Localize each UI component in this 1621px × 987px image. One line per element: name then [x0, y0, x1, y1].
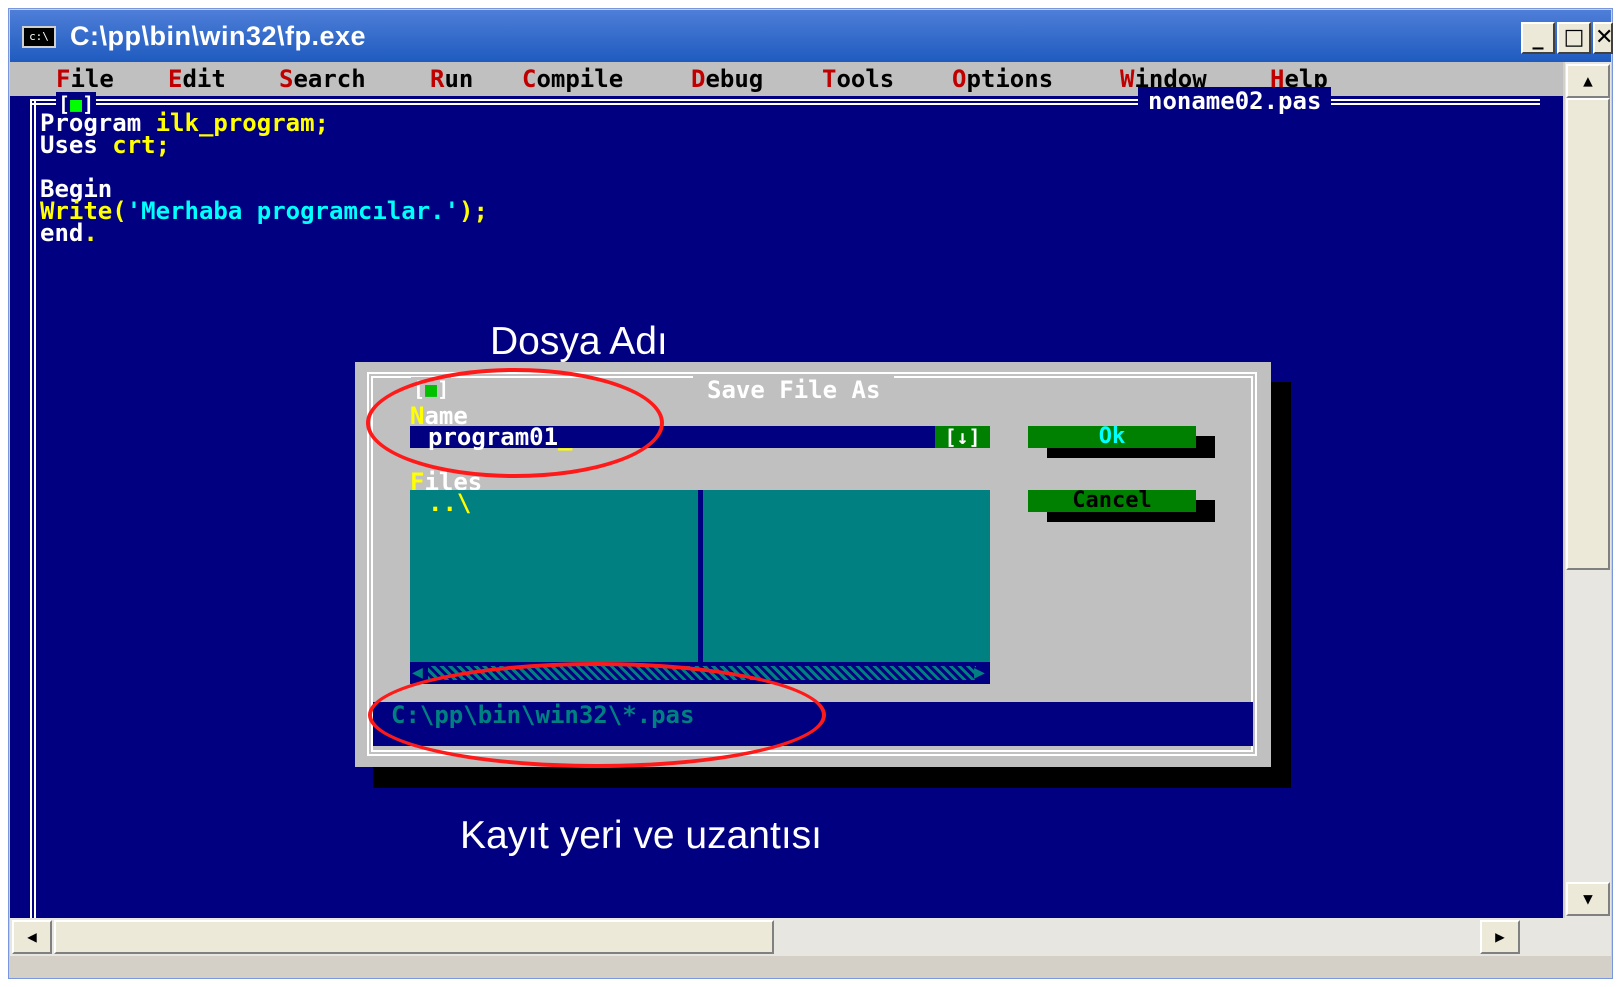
- ok-button[interactable]: Ok: [1028, 426, 1196, 448]
- menu-tools[interactable]: Tools: [822, 62, 894, 96]
- maximize-button[interactable]: □: [1557, 22, 1591, 54]
- files-scroll-right-icon[interactable]: ▶: [974, 662, 985, 684]
- files-column-divider: [698, 490, 703, 684]
- console-icon: c:\: [22, 26, 56, 48]
- code-editor[interactable]: Program ilk_program; Uses crt; Begin Wri…: [40, 111, 488, 247]
- annotation-file-name: Dosya Adı: [490, 320, 668, 363]
- history-dropdown-button[interactable]: [↓]: [935, 426, 990, 448]
- highlight-ellipse-name: [366, 368, 664, 478]
- menu-debug[interactable]: Debug: [691, 62, 763, 96]
- menu-edit[interactable]: Edit: [168, 62, 226, 96]
- vertical-scroll-thumb[interactable]: [1566, 98, 1610, 570]
- scroll-up-icon[interactable]: ▲: [1566, 64, 1610, 98]
- horizontal-scrollbar[interactable]: ◀ ▶: [10, 918, 1565, 956]
- menu-run[interactable]: Run: [430, 62, 473, 96]
- close-button[interactable]: ✕: [1593, 22, 1613, 54]
- code-line: Write('Merhaba programcılar.');: [40, 197, 488, 225]
- scroll-right-icon[interactable]: ▶: [1480, 920, 1520, 954]
- window-title: C:\pp\bin\win32\fp.exe: [70, 21, 367, 51]
- code-line: end.: [40, 219, 98, 247]
- menu-search[interactable]: Search: [279, 62, 366, 96]
- vertical-scrollbar[interactable]: ▲ ▼: [1565, 62, 1611, 939]
- highlight-ellipse-path: [368, 662, 826, 768]
- scroll-down-icon[interactable]: ▼: [1566, 882, 1610, 916]
- menu-file[interactable]: File: [56, 62, 114, 96]
- editor-filename: noname02.pas: [1138, 87, 1332, 115]
- title-bar[interactable]: c:\ C:\pp\bin\win32\fp.exe _ □ ✕: [10, 10, 1613, 62]
- list-item[interactable]: ..\: [428, 491, 471, 515]
- menu-options[interactable]: Options: [952, 62, 1053, 96]
- annotation-save-location: Kayıt yeri ve uzantısı: [460, 814, 822, 857]
- editor-frame-left: [30, 99, 36, 939]
- code-line: Uses crt;: [40, 131, 171, 159]
- menu-compile[interactable]: Compile: [522, 62, 623, 96]
- cancel-button[interactable]: Cancel: [1028, 490, 1196, 512]
- resize-grip-icon[interactable]: [1565, 918, 1611, 956]
- horizontal-scroll-thumb[interactable]: [54, 920, 774, 954]
- minimize-button[interactable]: _: [1521, 22, 1555, 54]
- scroll-left-icon[interactable]: ◀: [12, 920, 52, 954]
- dialog-title: Save File As: [693, 376, 895, 404]
